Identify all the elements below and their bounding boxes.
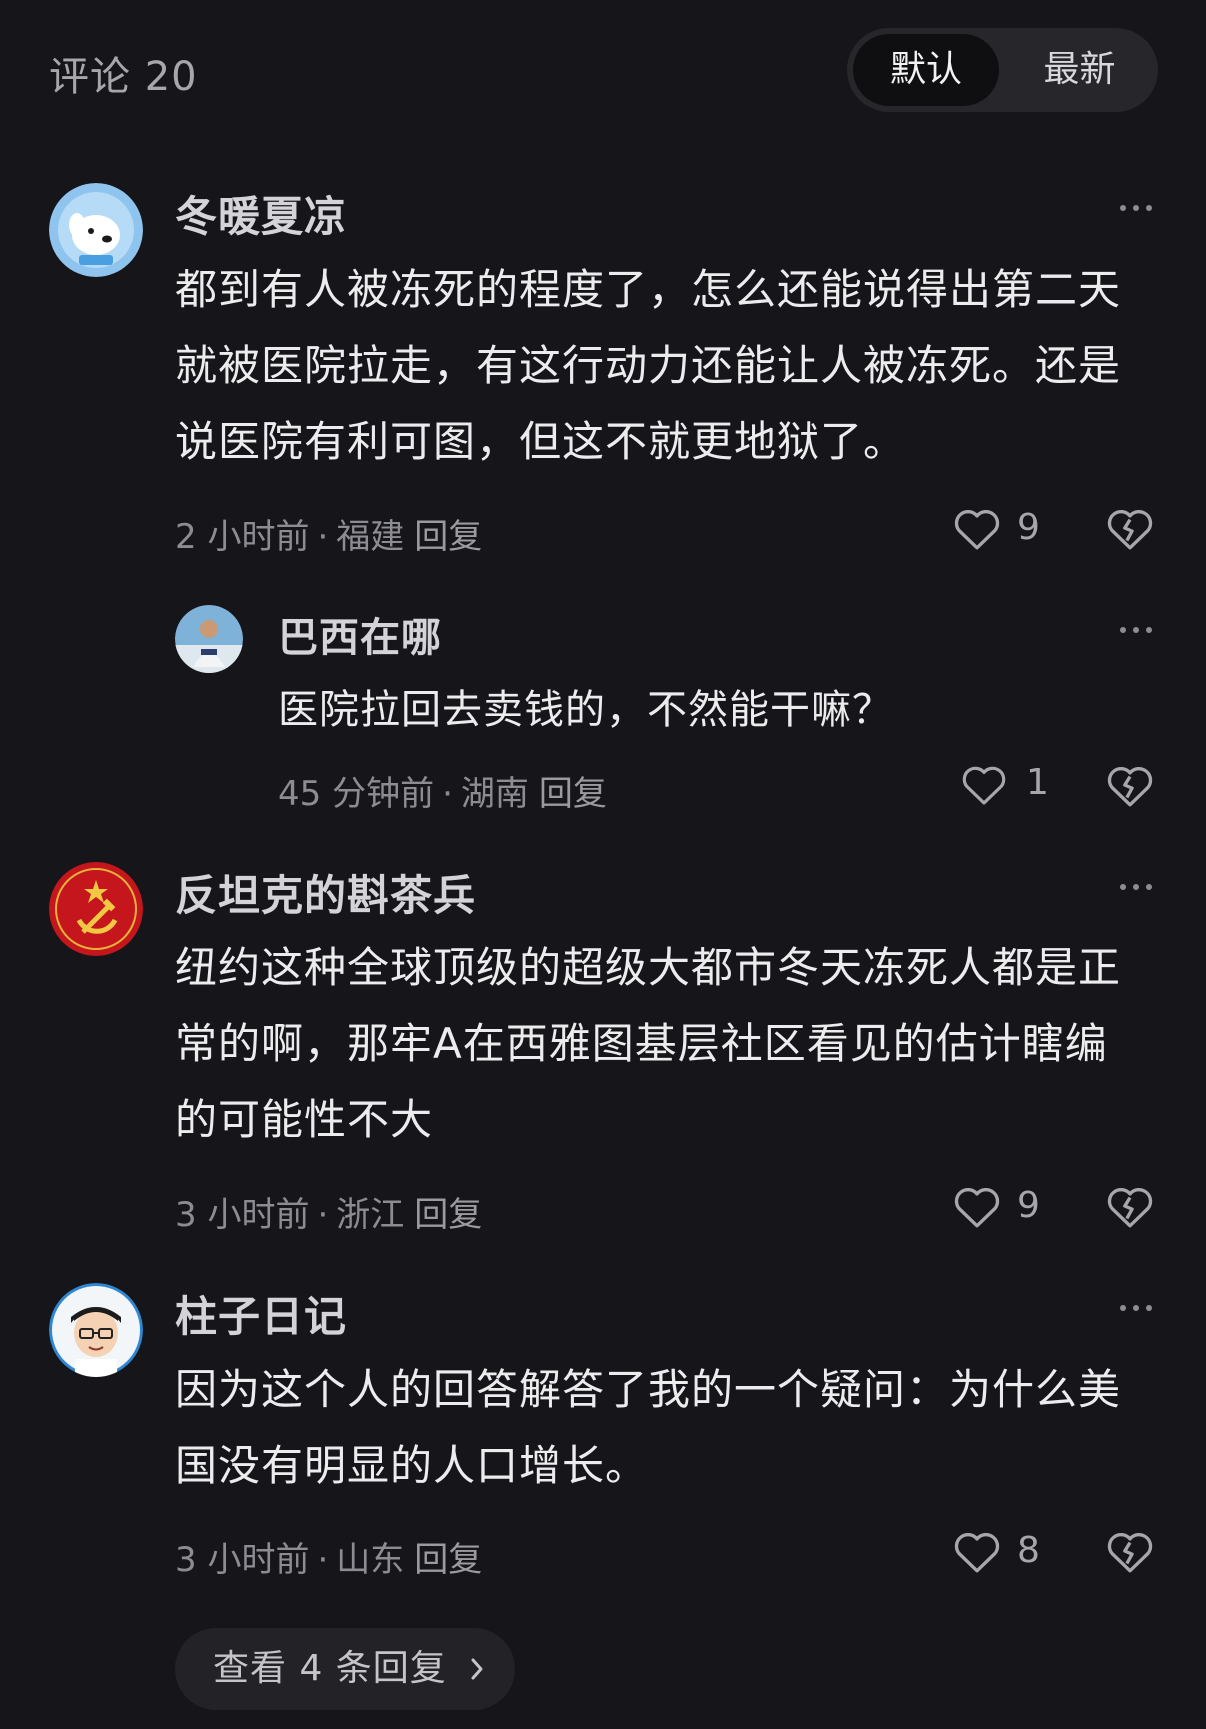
comment-time: 2 小时前	[175, 517, 310, 557]
comment-text-line: 就被医院拉走，有这行动力还能让人被冻死。还是	[175, 341, 1122, 390]
separator-dot: ·	[442, 774, 453, 814]
more-horizontal-icon[interactable]	[1119, 625, 1153, 635]
reply-button[interactable]: 回复	[414, 509, 482, 558]
broken-heart-icon[interactable]	[1105, 505, 1155, 551]
separator-dot: ·	[317, 1195, 329, 1235]
comment-meta: 3 小时前 · 浙江 回复	[175, 1187, 482, 1236]
heart-icon	[954, 510, 1000, 550]
comment-username[interactable]: 反坦克的斟茶兵	[175, 862, 476, 923]
comment-text-line: 的可能性不大	[175, 1095, 434, 1144]
like-count: 9	[1017, 507, 1040, 548]
comment-text: 都到有人被冻死的程度了，怎么还能说得出第二天 就被医院拉走，有这行动力还能让人被…	[175, 252, 1121, 480]
sort-latest-button[interactable]: 最新	[1007, 34, 1152, 106]
more-horizontal-icon[interactable]	[1119, 203, 1153, 213]
view-replies-label: 查看 4 条回复	[213, 1648, 447, 1689]
heart-icon	[962, 766, 1006, 805]
reply-button[interactable]: 回复	[414, 1532, 482, 1581]
comments-count-title: 评论 20	[49, 54, 198, 100]
comment-username[interactable]: 柱子日记	[175, 1283, 347, 1344]
view-replies-button[interactable]: 查看 4 条回复	[175, 1628, 515, 1710]
comment-location: 福建	[336, 517, 405, 557]
avatar[interactable]	[49, 862, 143, 956]
sort-default-button[interactable]: 默认	[853, 34, 999, 106]
avatar-hammer-sickle-icon	[49, 862, 143, 956]
reply-location: 湖南	[460, 774, 529, 814]
separator-dot: ·	[317, 1540, 329, 1580]
comment-text: 纽约这种全球顶级的超级大都市冬天冻死人都是正 常的啊，那牢A在西雅图基层社区看见…	[175, 930, 1121, 1158]
avatar[interactable]	[49, 1283, 143, 1377]
like-count: 1	[1026, 762, 1049, 803]
reply-text-line: 医院拉回去卖钱的，不然能干嘛？	[278, 687, 893, 733]
like-count: 8	[1017, 1530, 1040, 1571]
comment-location: 浙江	[336, 1195, 405, 1235]
comment-text-line: 纽约这种全球顶级的超级大都市冬天冻死人都是正	[175, 943, 1122, 992]
broken-heart-icon[interactable]	[1105, 762, 1155, 808]
like-button[interactable]: 1	[960, 762, 1052, 814]
comment-text-line: 都到有人被冻死的程度了，怎么还能说得出第二天	[175, 265, 1122, 314]
like-button[interactable]: 8	[952, 1528, 1052, 1580]
comment-location: 山东	[336, 1540, 405, 1580]
like-button[interactable]: 9	[952, 1183, 1052, 1235]
comment-meta: 2 小时前 · 福建 回复	[175, 509, 482, 558]
avatar[interactable]	[175, 605, 243, 673]
like-count: 9	[1017, 1185, 1040, 1226]
reply-button[interactable]: 回复	[539, 766, 607, 815]
comment-text: 因为这个人的回答解答了我的一个疑问：为什么美 国没有明显的人口增长。	[175, 1352, 1121, 1504]
reply-button[interactable]: 回复	[414, 1187, 482, 1236]
avatar-person-icon	[175, 605, 243, 673]
reply-meta: 45 分钟前 · 湖南 回复	[278, 766, 607, 815]
comment-text-line: 因为这个人的回答解答了我的一个疑问：为什么美	[175, 1365, 1122, 1414]
sort-toggle: 默认 最新	[847, 28, 1158, 112]
comment-text-line: 常的啊，那牢A在西雅图基层社区看见的估计瞎编	[175, 1019, 1108, 1068]
reply-time: 45 分钟前	[278, 774, 435, 814]
reply-text: 医院拉回去卖钱的，不然能干嘛？	[278, 672, 893, 748]
comment-text-line: 说医院有利可图，但这不就更地狱了。	[175, 417, 907, 466]
heart-icon	[954, 1188, 1000, 1228]
comment-time: 3 小时前	[175, 1195, 310, 1235]
comment-text-line: 国没有明显的人口增长。	[175, 1441, 649, 1490]
chevron-right-icon	[471, 1658, 483, 1680]
avatar-dog-astronaut-icon	[49, 183, 143, 277]
like-button[interactable]: 9	[952, 505, 1052, 557]
comments-header: 评论 20 默认 最新	[0, 0, 1206, 140]
separator-dot: ·	[317, 517, 329, 557]
avatar[interactable]	[49, 183, 143, 277]
avatar-cartoon-man-icon	[49, 1283, 143, 1377]
comment-meta: 3 小时前 · 山东 回复	[175, 1532, 482, 1581]
broken-heart-icon[interactable]	[1105, 1528, 1155, 1574]
reply-username[interactable]: 巴西在哪	[278, 605, 442, 663]
comment-username[interactable]: 冬暖夏凉	[175, 183, 347, 244]
comment-time: 3 小时前	[175, 1540, 310, 1580]
broken-heart-icon[interactable]	[1105, 1183, 1155, 1229]
more-horizontal-icon[interactable]	[1119, 882, 1153, 892]
more-horizontal-icon[interactable]	[1119, 1303, 1153, 1313]
heart-icon	[954, 1533, 1000, 1573]
